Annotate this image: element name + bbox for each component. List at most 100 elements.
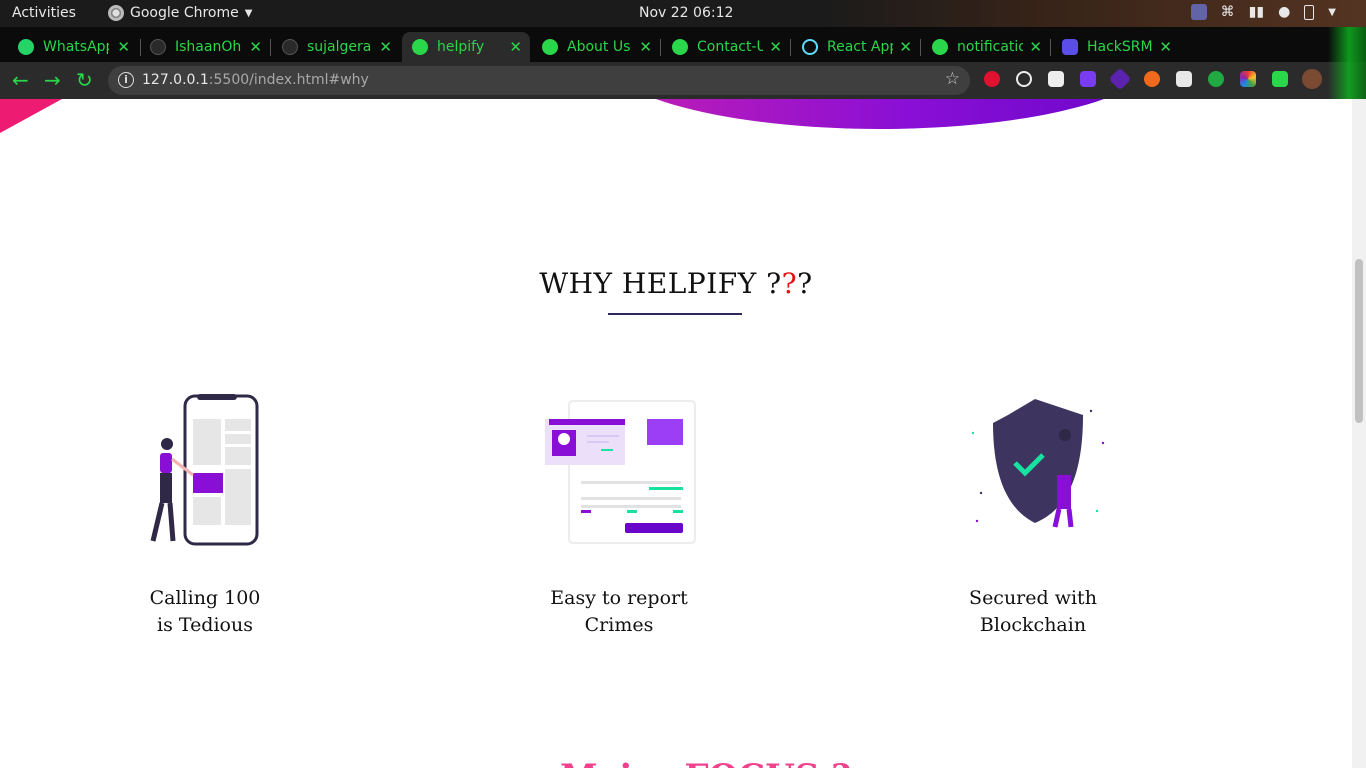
tab-contact[interactable]: Contact-U ✕: [662, 32, 790, 62]
feature-card: Calling 100 is Tedious: [105, 393, 305, 639]
caption-line: Easy to report: [550, 587, 688, 609]
close-icon[interactable]: ✕: [249, 38, 262, 56]
tab-separator: [920, 39, 921, 56]
reload-button[interactable]: ↻: [76, 68, 93, 92]
tab-ishaanoh[interactable]: IshaanOh ✕: [140, 32, 270, 62]
react-devtools-icon[interactable]: [1016, 71, 1032, 87]
tab-separator: [660, 39, 661, 56]
next-section-title: Major FOCUS ?: [560, 757, 851, 768]
tab-whatsapp[interactable]: WhatsApp ✕: [8, 32, 138, 62]
close-icon[interactable]: ✕: [1159, 38, 1172, 56]
decorative-wave: [600, 99, 1160, 129]
caption-line: is Tedious: [157, 614, 253, 636]
close-icon[interactable]: ✕: [1029, 38, 1042, 56]
phone-illustration: [150, 394, 259, 546]
tab-about-us[interactable]: About Us ✕: [532, 32, 660, 62]
browser-toolbar: ← → ↻ i 127.0.0.1:5500/index.html#why ☆: [0, 62, 1366, 99]
info-icon[interactable]: i: [118, 72, 134, 88]
app-menu[interactable]: Google Chrome ▼: [108, 5, 252, 21]
feature-caption: Easy to report Crimes: [519, 585, 719, 639]
bookmark-star-icon[interactable]: ☆: [945, 69, 960, 89]
tab-helpify[interactable]: helpify ✕: [402, 32, 530, 62]
address-bar[interactable]: i 127.0.0.1:5500/index.html#why ☆: [108, 66, 970, 95]
heading-mark: ?: [797, 267, 813, 300]
forward-button[interactable]: →: [44, 68, 61, 92]
extension-icon[interactable]: [1208, 71, 1224, 87]
tab-hacksrm[interactable]: HackSRM ✕: [1052, 32, 1180, 62]
tab-label: sujalgera: [307, 39, 372, 55]
extension-icon[interactable]: [1048, 71, 1064, 87]
heading-mark-red: ?: [781, 267, 798, 300]
scrollbar-thumb[interactable]: [1355, 259, 1363, 423]
avatar[interactable]: [1302, 69, 1322, 89]
tab-notification[interactable]: notificatio ✕: [922, 32, 1050, 62]
mail-icon[interactable]: [1176, 71, 1192, 87]
caption-line: Crimes: [584, 614, 654, 636]
color-picker-icon[interactable]: [1240, 71, 1256, 87]
section-heading: WHY HELPIFY ???: [0, 267, 1352, 300]
back-button[interactable]: ←: [12, 68, 29, 92]
page-scrollbar[interactable]: [1352, 99, 1366, 768]
report-illustration: [545, 400, 696, 544]
system-tray[interactable]: ⌘ ▮▮ ● ▼: [1190, 4, 1336, 20]
microphone-icon[interactable]: ●: [1278, 4, 1290, 20]
close-icon[interactable]: ✕: [117, 38, 130, 56]
feature-caption: Calling 100 is Tedious: [105, 585, 305, 639]
extension-icon[interactable]: [984, 71, 1000, 87]
url-path: :5500/index.html#why: [208, 72, 369, 88]
puzzle-icon[interactable]: [1272, 71, 1288, 87]
globe-icon: [672, 39, 688, 55]
system-top-bar: Activities Google Chrome ▼ Nov 22 06:12 …: [0, 0, 1366, 27]
github-icon: [282, 39, 298, 55]
extension-icon[interactable]: [1108, 67, 1132, 91]
caption-line: Calling 100: [149, 587, 261, 609]
battery-icon[interactable]: [1304, 4, 1315, 20]
extension-icon[interactable]: [1144, 71, 1160, 87]
caption-line: Secured with: [969, 587, 1097, 609]
close-icon[interactable]: ✕: [509, 38, 522, 56]
tab-label: Contact-U: [697, 39, 763, 55]
tab-strip: WhatsApp ✕ IshaanOh ✕ sujalgera ✕ helpif…: [0, 27, 1366, 82]
chrome-icon: [108, 5, 124, 21]
globe-icon: [932, 39, 948, 55]
tab-sujalgera[interactable]: sujalgera ✕: [272, 32, 400, 62]
decorative-corner: [0, 99, 62, 133]
tab-separator: [790, 39, 791, 56]
close-icon[interactable]: ✕: [379, 38, 392, 56]
close-icon[interactable]: ✕: [769, 38, 782, 56]
globe-icon: [542, 39, 558, 55]
tab-label: notificatio: [957, 39, 1023, 55]
heading-text: WHY HELPIFY: [539, 267, 767, 300]
tab-label: helpify: [437, 39, 485, 55]
feature-card: Secured with Blockchain: [933, 393, 1133, 639]
app-name: Google Chrome: [130, 5, 239, 21]
tab-label: React App: [827, 39, 893, 55]
shield-illustration: [971, 399, 1105, 528]
clock[interactable]: Nov 22 06:12: [639, 5, 733, 21]
wifi-icon[interactable]: ⌘: [1221, 4, 1235, 20]
close-icon[interactable]: ✕: [899, 38, 912, 56]
feature-card: Easy to report Crimes: [519, 393, 719, 639]
extension-icon[interactable]: [1080, 71, 1096, 87]
volume-icon[interactable]: ▮▮: [1249, 4, 1264, 20]
tab-label: About Us: [567, 39, 631, 55]
window-edge-glow: [1328, 27, 1366, 99]
chevron-down-icon: ▼: [244, 7, 253, 19]
url-host: 127.0.0.1: [142, 72, 209, 88]
close-icon[interactable]: ✕: [639, 38, 652, 56]
globe-icon: [412, 39, 428, 55]
hacksrm-icon: [1062, 39, 1078, 55]
whatsapp-icon: [18, 39, 34, 55]
react-icon: [802, 39, 818, 55]
chevron-down-icon[interactable]: ▼: [1328, 7, 1336, 18]
tab-react-app[interactable]: React App ✕: [792, 32, 920, 62]
activities-button[interactable]: Activities: [12, 5, 76, 21]
tab-separator: [270, 39, 271, 56]
heading-underline: [608, 313, 742, 315]
web-page: WHY HELPIFY ??? Calling 100 is Tedious E…: [0, 99, 1352, 768]
tab-separator: [1050, 39, 1051, 56]
teams-icon[interactable]: [1190, 4, 1207, 20]
url-text[interactable]: 127.0.0.1:5500/index.html#why: [142, 72, 369, 88]
tab-label: IshaanOh: [175, 39, 241, 55]
tab-label: WhatsApp: [43, 39, 109, 55]
